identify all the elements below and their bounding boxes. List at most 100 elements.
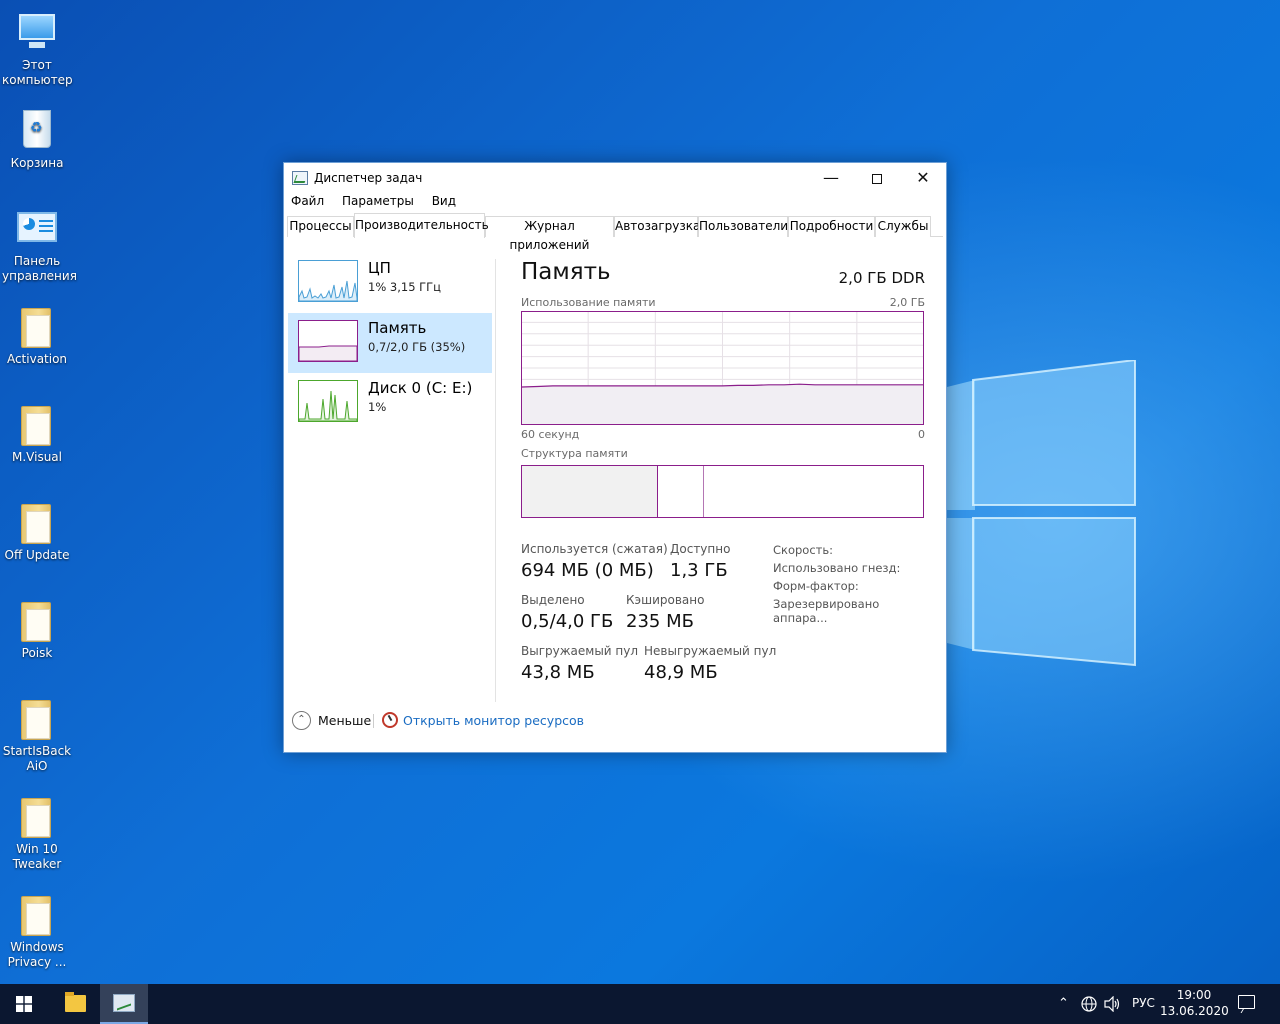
perf-item-title: Память	[368, 319, 427, 337]
perf-item-title: Диск 0 (C: E:)	[368, 379, 473, 397]
taskbar-file-explorer[interactable]	[51, 984, 99, 1024]
folder-icon	[15, 892, 59, 936]
tab-details[interactable]: Подробности	[788, 216, 875, 237]
show-hidden-icons-chevron-icon[interactable]: ⌃	[1058, 996, 1069, 1011]
tab-startup[interactable]: Автозагрузка	[614, 216, 700, 237]
memory-composition-bar	[521, 465, 924, 518]
desktop-icon-m-visual[interactable]: M.Visual	[2, 402, 72, 465]
taskbar: ⌃ РУС 19:00 13.06.2020	[0, 984, 1280, 1024]
windows-wallpaper-logo	[935, 360, 1136, 667]
tab-app-history[interactable]: Журнал приложений	[485, 216, 614, 252]
desktop-icon-label: Windows Privacy ...	[7, 940, 67, 969]
task-manager-icon	[292, 171, 308, 185]
composition-modified	[658, 466, 704, 517]
paged-pool-label: Выгружаемый пул	[521, 644, 639, 658]
clock-date: 13.06.2020	[1160, 1004, 1229, 1018]
folder-icon	[15, 794, 59, 838]
desktop-icon-control-panel[interactable]: Панель управления	[2, 206, 77, 284]
minimize-button[interactable]: —	[808, 163, 854, 193]
usage-graph-max: 2,0 ГБ	[889, 296, 925, 309]
title-bar[interactable]: Диспетчер задач — ✕	[284, 163, 946, 193]
desktop-icon-label: Off Update	[4, 548, 70, 562]
available-value: 1,3 ГБ	[670, 560, 728, 581]
folder-icon	[15, 696, 59, 740]
task-manager-icon	[113, 994, 135, 1012]
hardware-reserved-label: Зарезервировано аппара...	[773, 597, 880, 625]
tab-bar: Процессы Производительность Журнал прило…	[287, 213, 943, 252]
folder-icon	[15, 598, 59, 642]
computer-icon	[15, 10, 59, 54]
clock-time: 19:00	[1176, 988, 1212, 1002]
perf-item-memory[interactable]: Память 0,7/2,0 ГБ (35%)	[288, 313, 492, 373]
desktop-icon-windows-privacy[interactable]: Windows Privacy ...	[2, 892, 72, 970]
perf-item-subtitle: 1%	[368, 400, 387, 414]
tab-performance[interactable]: Производительность	[354, 213, 489, 238]
close-button[interactable]: ✕	[900, 163, 946, 193]
graph-time-right: 0	[918, 428, 925, 441]
perf-item-cpu[interactable]: ЦП 1% 3,15 ГГц	[288, 253, 492, 313]
performance-list: ЦП 1% 3,15 ГГц Память 0,7/2,0 ГБ (35%) Д…	[288, 253, 492, 433]
desktop-icon-win10-tweaker[interactable]: Win 10 Tweaker	[2, 794, 72, 872]
form-factor-label: Форм-фактор:	[773, 579, 859, 593]
desktop-icon-label: Activation	[6, 352, 68, 366]
desktop-icon-recycle-bin[interactable]: Корзина	[2, 108, 72, 171]
tab-processes[interactable]: Процессы	[287, 216, 354, 237]
tab-users[interactable]: Пользователи	[698, 216, 788, 237]
menu-file[interactable]: Файл	[290, 193, 325, 209]
cpu-mini-graph	[298, 260, 358, 302]
available-label: Доступно	[670, 542, 731, 556]
input-language[interactable]: РУС	[1132, 996, 1155, 1012]
desktop-icon-activation[interactable]: Activation	[2, 304, 72, 367]
fewer-details-button[interactable]: Меньше	[318, 713, 371, 728]
desktop-icon-label: Poisk	[21, 646, 53, 660]
maximize-button[interactable]	[854, 163, 900, 193]
menu-bar: Файл Параметры Вид	[284, 193, 946, 213]
perf-item-subtitle: 0,7/2,0 ГБ (35%)	[368, 340, 466, 354]
desktop-icon-off-update[interactable]: Off Update	[2, 500, 72, 563]
footer-separator	[373, 714, 374, 728]
recycle-bin-icon	[15, 108, 59, 152]
folder-icon	[65, 992, 86, 1012]
tab-services[interactable]: Службы	[875, 216, 931, 237]
usage-graph-label: Использование памяти	[521, 296, 656, 309]
taskbar-task-manager[interactable]	[100, 984, 148, 1024]
chevron-up-icon[interactable]: ⌃	[292, 711, 311, 730]
desktop-icon-this-pc[interactable]: Этот компьютер	[2, 10, 73, 88]
start-button[interactable]	[0, 984, 48, 1024]
action-center-icon[interactable]	[1238, 995, 1255, 1009]
memory-title: Память	[521, 259, 611, 285]
folder-icon	[15, 500, 59, 544]
control-panel-icon	[15, 206, 59, 250]
graph-time-left: 60 секунд	[521, 428, 580, 441]
in-use-label: Используется (сжатая)	[521, 542, 668, 556]
menu-options[interactable]: Параметры	[341, 193, 415, 209]
perf-item-disk[interactable]: Диск 0 (C: E:) 1%	[288, 373, 492, 433]
menu-view[interactable]: Вид	[431, 193, 457, 209]
taskbar-clock[interactable]: 19:00 13.06.2020	[1160, 987, 1229, 1019]
paged-pool-value: 43,8 МБ	[521, 662, 595, 683]
in-use-value: 694 МБ (0 МБ)	[521, 560, 654, 581]
slots-used-label: Использовано гнезд:	[773, 561, 901, 575]
composition-label: Структура памяти	[521, 447, 628, 460]
nonpaged-pool-label: Невыгружаемый пул	[644, 644, 777, 658]
maximize-icon	[872, 173, 882, 184]
desktop-icon-label: M.Visual	[12, 450, 62, 464]
composition-in-use	[522, 466, 658, 517]
desktop-icon-label: Корзина	[10, 156, 64, 170]
volume-icon[interactable]	[1104, 996, 1122, 1012]
cached-value: 235 МБ	[626, 611, 694, 632]
desktop-icon-poisk[interactable]: Poisk	[2, 598, 72, 661]
desktop-icon-label: StartIsBack AiO	[2, 744, 72, 773]
disk-mini-graph	[298, 380, 358, 422]
desktop-icon-label: Панель управления	[2, 254, 77, 283]
task-manager-window: Диспетчер задач — ✕ Файл Параметры Вид П…	[283, 162, 947, 753]
window-title: Диспетчер задач	[314, 171, 423, 185]
desktop-icon-startisback[interactable]: StartIsBack AiO	[2, 696, 72, 774]
folder-icon	[15, 304, 59, 348]
open-resource-monitor-link[interactable]: Открыть монитор ресурсов	[403, 713, 584, 728]
speed-label: Скорость:	[773, 543, 834, 557]
memory-type: 2,0 ГБ DDR	[838, 269, 925, 287]
desktop-icon-label: Win 10 Tweaker	[12, 842, 62, 871]
panel-divider[interactable]	[495, 259, 496, 702]
network-globe-icon[interactable]	[1081, 996, 1097, 1012]
